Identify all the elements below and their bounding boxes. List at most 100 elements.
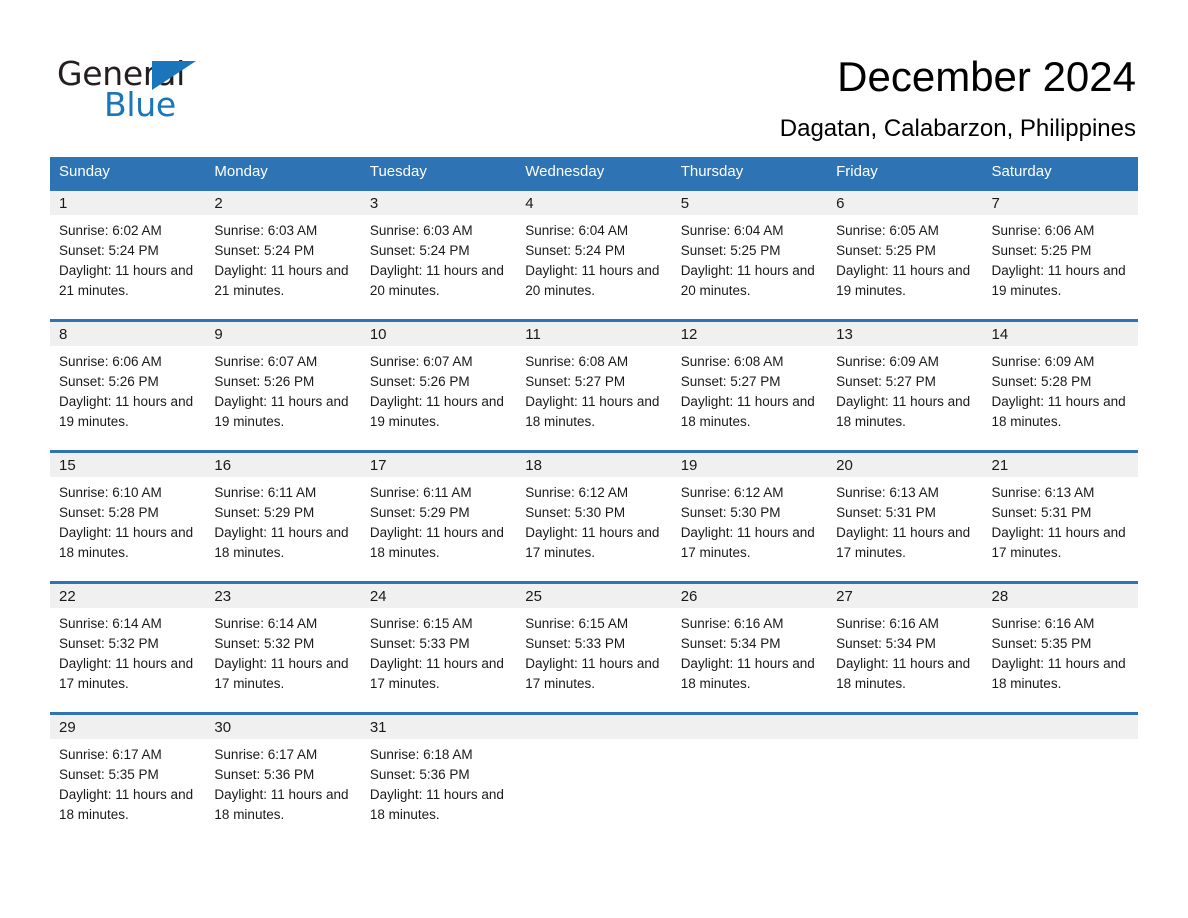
day-cell[interactable]: 1 Sunrise: 6:02 AM Sunset: 5:24 PM Dayli…	[50, 191, 206, 319]
general-blue-logo[interactable]: General Blue	[57, 55, 287, 125]
daylight-text: Daylight: 11 hours and 18 minutes.	[836, 656, 971, 691]
sunset-text: Sunset: 5:35 PM	[991, 636, 1092, 651]
sunrise-text: Sunrise: 6:13 AM	[991, 485, 1095, 500]
day-details: Sunrise: 6:03 AM Sunset: 5:24 PM Dayligh…	[205, 215, 360, 301]
day-cell[interactable]: 23 Sunrise: 6:14 AM Sunset: 5:32 PM Dayl…	[205, 584, 361, 712]
sunset-text: Sunset: 5:36 PM	[369, 767, 470, 782]
day-details: Sunrise: 6:08 AM Sunset: 5:27 PM Dayligh…	[516, 346, 671, 432]
day-number: 12	[671, 322, 828, 346]
sunrise-text: Sunrise: 6:04 AM	[680, 223, 784, 238]
day-cell[interactable]: 9 Sunrise: 6:07 AM Sunset: 5:26 PM Dayli…	[205, 322, 361, 450]
day-cell[interactable]: 31 Sunrise: 6:18 AM Sunset: 5:36 PM Dayl…	[360, 715, 517, 836]
day-details: Sunrise: 6:06 AM Sunset: 5:25 PM Dayligh…	[983, 215, 1138, 301]
day-cell[interactable]: 13 Sunrise: 6:09 AM Sunset: 5:27 PM Dayl…	[827, 322, 983, 450]
day-number: 24	[360, 584, 517, 608]
day-details: Sunrise: 6:16 AM Sunset: 5:35 PM Dayligh…	[983, 608, 1138, 694]
day-cell[interactable]: 11 Sunrise: 6:08 AM Sunset: 5:27 PM Dayl…	[516, 322, 672, 450]
day-details: Sunrise: 6:07 AM Sunset: 5:26 PM Dayligh…	[205, 346, 360, 432]
day-cell[interactable]: 12 Sunrise: 6:08 AM Sunset: 5:27 PM Dayl…	[671, 322, 828, 450]
day-cell[interactable]: 28 Sunrise: 6:16 AM Sunset: 5:35 PM Dayl…	[982, 584, 1138, 712]
day-details: Sunrise: 6:13 AM Sunset: 5:31 PM Dayligh…	[827, 477, 982, 563]
sunrise-text: Sunrise: 6:12 AM	[525, 485, 629, 500]
daylight-text: Daylight: 11 hours and 19 minutes.	[836, 263, 971, 298]
daylight-text: Daylight: 11 hours and 18 minutes.	[991, 394, 1126, 429]
day-cell[interactable]: 29 Sunrise: 6:17 AM Sunset: 5:35 PM Dayl…	[50, 715, 206, 836]
day-header-wednesday: Wednesday	[525, 163, 605, 180]
daylight-text: Daylight: 11 hours and 18 minutes.	[214, 525, 349, 560]
day-number: 13	[827, 322, 983, 346]
day-details: Sunrise: 6:17 AM Sunset: 5:36 PM Dayligh…	[205, 739, 360, 825]
daylight-text: Daylight: 11 hours and 18 minutes.	[214, 787, 349, 822]
day-number: 3	[360, 191, 517, 215]
sunrise-text: Sunrise: 6:03 AM	[369, 223, 473, 238]
sunset-text: Sunset: 5:24 PM	[59, 243, 159, 258]
sunset-text: Sunset: 5:31 PM	[836, 505, 936, 520]
daylight-text: Daylight: 11 hours and 21 minutes.	[214, 263, 349, 298]
day-cell[interactable]: 17 Sunrise: 6:11 AM Sunset: 5:29 PM Dayl…	[360, 453, 517, 581]
sunrise-text: Sunrise: 6:18 AM	[369, 747, 473, 762]
day-cell[interactable]: 5 Sunrise: 6:04 AM Sunset: 5:25 PM Dayli…	[671, 191, 828, 319]
day-number: 29	[50, 715, 206, 739]
day-details: Sunrise: 6:04 AM Sunset: 5:25 PM Dayligh…	[672, 215, 827, 301]
day-cell[interactable]: 25 Sunrise: 6:15 AM Sunset: 5:33 PM Dayl…	[516, 584, 672, 712]
day-cell[interactable]: 8 Sunrise: 6:06 AM Sunset: 5:26 PM Dayli…	[50, 322, 206, 450]
day-number: 6	[827, 191, 983, 215]
sunset-text: Sunset: 5:26 PM	[214, 374, 315, 389]
day-details: Sunrise: 6:10 AM Sunset: 5:28 PM Dayligh…	[50, 477, 205, 563]
day-cell[interactable]: 24 Sunrise: 6:15 AM Sunset: 5:33 PM Dayl…	[360, 584, 517, 712]
day-cell[interactable]: 3 Sunrise: 6:03 AM Sunset: 5:24 PM Dayli…	[360, 191, 517, 319]
day-cell[interactable]: 10 Sunrise: 6:07 AM Sunset: 5:26 PM Dayl…	[360, 322, 517, 450]
sunrise-text: Sunrise: 6:16 AM	[680, 616, 784, 631]
day-cell[interactable]: 7 Sunrise: 6:06 AM Sunset: 5:25 PM Dayli…	[982, 191, 1138, 319]
day-details: Sunrise: 6:17 AM Sunset: 5:35 PM Dayligh…	[50, 739, 205, 825]
calendar-grid: Sunday Monday Tuesday Wednesday Thursday…	[50, 157, 1138, 836]
day-cell[interactable]: 18 Sunrise: 6:12 AM Sunset: 5:30 PM Dayl…	[516, 453, 672, 581]
day-details: Sunrise: 6:05 AM Sunset: 5:25 PM Dayligh…	[827, 215, 982, 301]
daylight-text: Daylight: 11 hours and 21 minutes.	[59, 263, 194, 298]
day-number: 20	[827, 453, 983, 477]
day-cell[interactable]: 14 Sunrise: 6:09 AM Sunset: 5:28 PM Dayl…	[982, 322, 1138, 450]
day-number: 22	[50, 584, 206, 608]
day-details: Sunrise: 6:03 AM Sunset: 5:24 PM Dayligh…	[361, 215, 516, 301]
day-cell[interactable]: 4 Sunrise: 6:04 AM Sunset: 5:24 PM Dayli…	[516, 191, 672, 319]
day-cell[interactable]: 20 Sunrise: 6:13 AM Sunset: 5:31 PM Dayl…	[827, 453, 983, 581]
logo-text-blue: Blue	[104, 85, 176, 124]
day-number: 31	[360, 715, 517, 739]
daylight-text: Daylight: 11 hours and 18 minutes.	[680, 656, 815, 691]
day-cell[interactable]: 19 Sunrise: 6:12 AM Sunset: 5:30 PM Dayl…	[671, 453, 828, 581]
day-details: Sunrise: 6:09 AM Sunset: 5:27 PM Dayligh…	[827, 346, 982, 432]
week-row: 22 Sunrise: 6:14 AM Sunset: 5:32 PM Dayl…	[50, 581, 1138, 712]
day-header-tuesday: Tuesday	[369, 163, 427, 180]
day-number	[516, 715, 672, 739]
day-number: 4	[516, 191, 672, 215]
location-subtitle: Dagatan, Calabarzon, Philippines	[779, 115, 1136, 142]
day-cell[interactable]: 2 Sunrise: 6:03 AM Sunset: 5:24 PM Dayli…	[205, 191, 361, 319]
day-cell[interactable]: 27 Sunrise: 6:16 AM Sunset: 5:34 PM Dayl…	[827, 584, 983, 712]
day-cell[interactable]: 30 Sunrise: 6:17 AM Sunset: 5:36 PM Dayl…	[205, 715, 361, 836]
sunset-text: Sunset: 5:25 PM	[680, 243, 781, 258]
sunrise-text: Sunrise: 6:08 AM	[680, 354, 784, 369]
sunset-text: Sunset: 5:33 PM	[369, 636, 470, 651]
day-cell[interactable]: 21 Sunrise: 6:13 AM Sunset: 5:31 PM Dayl…	[982, 453, 1138, 581]
day-cell[interactable]: 22 Sunrise: 6:14 AM Sunset: 5:32 PM Dayl…	[50, 584, 206, 712]
daylight-text: Daylight: 11 hours and 18 minutes.	[369, 525, 504, 560]
sunrise-text: Sunrise: 6:09 AM	[991, 354, 1095, 369]
day-number: 25	[516, 584, 672, 608]
day-details: Sunrise: 6:11 AM Sunset: 5:29 PM Dayligh…	[205, 477, 360, 563]
day-number: 2	[205, 191, 361, 215]
day-details: Sunrise: 6:07 AM Sunset: 5:26 PM Dayligh…	[361, 346, 516, 432]
sunrise-text: Sunrise: 6:11 AM	[214, 485, 317, 500]
day-cell[interactable]: 6 Sunrise: 6:05 AM Sunset: 5:25 PM Dayli…	[827, 191, 983, 319]
day-cell[interactable]: 16 Sunrise: 6:11 AM Sunset: 5:29 PM Dayl…	[205, 453, 361, 581]
sunset-text: Sunset: 5:28 PM	[991, 374, 1092, 389]
sunset-text: Sunset: 5:34 PM	[680, 636, 781, 651]
day-cell[interactable]: 15 Sunrise: 6:10 AM Sunset: 5:28 PM Dayl…	[50, 453, 206, 581]
day-details: Sunrise: 6:12 AM Sunset: 5:30 PM Dayligh…	[672, 477, 827, 563]
sunrise-text: Sunrise: 6:13 AM	[836, 485, 939, 500]
daylight-text: Daylight: 11 hours and 19 minutes.	[59, 394, 194, 429]
week-row: 29 Sunrise: 6:17 AM Sunset: 5:35 PM Dayl…	[50, 712, 1138, 836]
sunset-text: Sunset: 5:27 PM	[836, 374, 936, 389]
daylight-text: Daylight: 11 hours and 17 minutes.	[525, 525, 660, 560]
day-header-saturday: Saturday	[991, 163, 1052, 180]
day-cell[interactable]: 26 Sunrise: 6:16 AM Sunset: 5:34 PM Dayl…	[671, 584, 828, 712]
